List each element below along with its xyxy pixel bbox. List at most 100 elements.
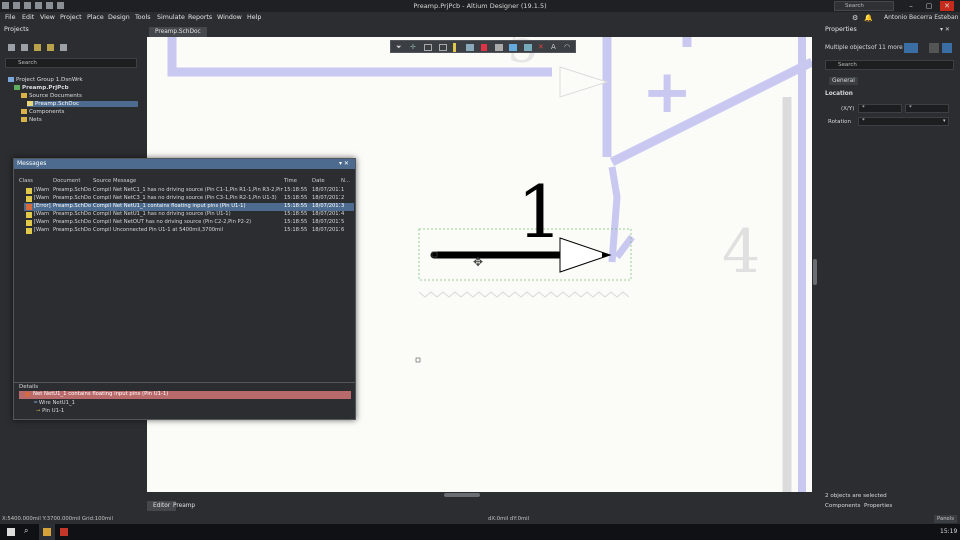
horizontal-scrollbar[interactable] [147,492,812,498]
folder-icon[interactable] [35,2,42,9]
col-document[interactable]: Document [53,178,80,184]
undo-icon[interactable] [46,2,53,9]
y-field[interactable]: * [905,104,949,113]
directive-icon[interactable]: ✕ [538,43,544,51]
save-all-icon[interactable] [13,2,20,9]
x-field[interactable]: * [858,104,902,113]
global-search-input[interactable]: Search [834,1,894,11]
vscroll-thumb[interactable] [813,259,817,285]
message-cell-time: 15:18:55 [284,195,308,201]
details-pin-row[interactable]: ⊸ Pin U1-1 [36,408,64,414]
tree-project-group[interactable]: Project Group 1.DsnWrk [8,77,83,83]
settings-icon[interactable]: ⚙ [852,14,858,22]
notification-icon[interactable]: 🔔 [864,14,873,22]
text-icon[interactable]: A [551,43,556,51]
gear-icon[interactable] [60,44,67,51]
message-row[interactable]: [Warn Preamp.SchDo Compil Unconnected Pin U… [24,227,354,235]
panel-menu-icon[interactable]: ▾ ✕ [940,26,950,33]
menu-tools[interactable]: Tools [135,14,151,21]
tree-project[interactable]: Preamp.PrjPcb [14,85,69,91]
menu-help[interactable]: Help [247,14,261,21]
menu-place[interactable]: Place [87,14,104,21]
message-cell-date: 18/07/2011 [312,187,340,193]
tab-preamp-schdoc[interactable]: Preamp.SchDoc [149,27,207,37]
app-taskbar-icon[interactable] [60,528,68,536]
panels-button[interactable]: Panels [934,515,958,523]
messages-panel-title: Messages [14,159,355,169]
port-icon[interactable] [509,44,517,51]
col-date[interactable]: Date [312,178,325,184]
panel-menu-icon[interactable]: ▾ ✕ [339,160,349,167]
projects-search-input[interactable]: Search [5,58,137,68]
tab-components[interactable]: Components [825,503,860,509]
filter-icon[interactable]: ⏷ [396,43,402,52]
redo-icon[interactable] [57,2,64,9]
close-icon[interactable]: ✕ [940,1,954,11]
harness-icon[interactable] [495,44,503,51]
copy-icon[interactable] [929,43,939,53]
minimize-icon[interactable]: – [904,1,918,11]
tab-properties[interactable]: Properties [864,503,892,509]
col-message[interactable]: Message [113,178,136,184]
windows-start-icon[interactable] [7,528,15,536]
menu-window[interactable]: Window [217,14,242,21]
workspace-icon[interactable] [8,44,15,51]
tab-general[interactable]: General [829,77,858,85]
message-cell-time: 15:18:55 [284,187,308,193]
vertical-scrollbar[interactable] [812,37,818,492]
menu-simulate[interactable]: Simulate [157,14,185,21]
tree-nets[interactable]: Nets [21,117,42,123]
move-icon[interactable]: ✛ [410,43,416,51]
menu-edit[interactable]: Edit [22,14,34,21]
rotation-select[interactable]: * [858,117,949,126]
warning-icon [26,220,32,226]
menu-view[interactable]: View [40,14,55,21]
properties-search-input[interactable]: Search [825,60,954,70]
save-icon[interactable] [2,2,9,9]
sheet-symbol-icon[interactable] [524,44,532,51]
message-row[interactable]: [Warn Preamp.SchDo Compil Net NetC3_1 has n… [24,195,354,203]
altium-taskbar-icon[interactable] [39,524,55,540]
col-time[interactable]: Time [284,178,297,184]
tab-preamp[interactable]: Preamp [167,501,201,511]
details-error-row[interactable]: Net NetU1_1 contains floating input pins… [19,391,351,399]
details-wire-row[interactable]: ═ Wire NetU1_1 [34,400,75,406]
message-row[interactable]: [Warn Preamp.SchDo Compil Net NetU1_1 has n… [24,211,354,219]
open-icon[interactable] [24,2,31,9]
message-row[interactable]: [Error] Preamp.SchDo Compil Net NetU1_1 con… [24,203,354,211]
menu-project[interactable]: Project [60,14,82,21]
message-row[interactable]: [Warn Preamp.SchDo Compil Net NetOUT has no… [24,219,354,227]
filter-button[interactable] [904,43,918,53]
select-icon[interactable] [424,44,432,51]
folder-icon[interactable] [47,44,54,51]
col-class[interactable]: Class [19,178,33,184]
user-name[interactable]: Antonio Becerra Esteban [884,14,958,21]
align-icon[interactable] [439,44,447,51]
menu-reports[interactable]: Reports [188,14,212,21]
message-row[interactable]: [Warn Preamp.SchDo Compil Net NetC1_1 has n… [24,187,354,195]
wire-tool-icon[interactable] [453,43,456,52]
select-mode-icon[interactable] [942,43,952,53]
col-no[interactable]: N... [341,178,350,184]
power-port-icon[interactable] [481,44,487,51]
tree-components[interactable]: Components [21,109,64,115]
menu-design[interactable]: Design [108,14,130,21]
message-cell-src: Compil [93,219,112,225]
col-source[interactable]: Source [93,178,111,184]
message-cell-n: 5 [341,219,345,225]
maximize-icon[interactable]: ▢ [922,1,936,11]
message-cell-time: 15:18:55 [284,227,308,233]
chevron-down-icon[interactable]: ▾ [943,118,946,124]
location-section[interactable]: Location [825,91,853,97]
tree-schdoc[interactable]: Preamp.SchDoc [27,101,138,107]
menu-file[interactable]: File [5,14,16,21]
arc-icon[interactable]: ◠ [564,43,570,51]
message-cell-time: 15:18:55 [284,219,308,225]
open-folder-icon[interactable] [34,44,41,51]
scrollbar-thumb[interactable] [444,493,480,497]
search-icon[interactable]: ⌕ [24,526,28,536]
save-icon[interactable] [21,44,28,51]
warning-icon [26,196,32,202]
tree-source-documents[interactable]: Source Documents [21,93,82,99]
bus-tool-icon[interactable] [466,44,474,51]
